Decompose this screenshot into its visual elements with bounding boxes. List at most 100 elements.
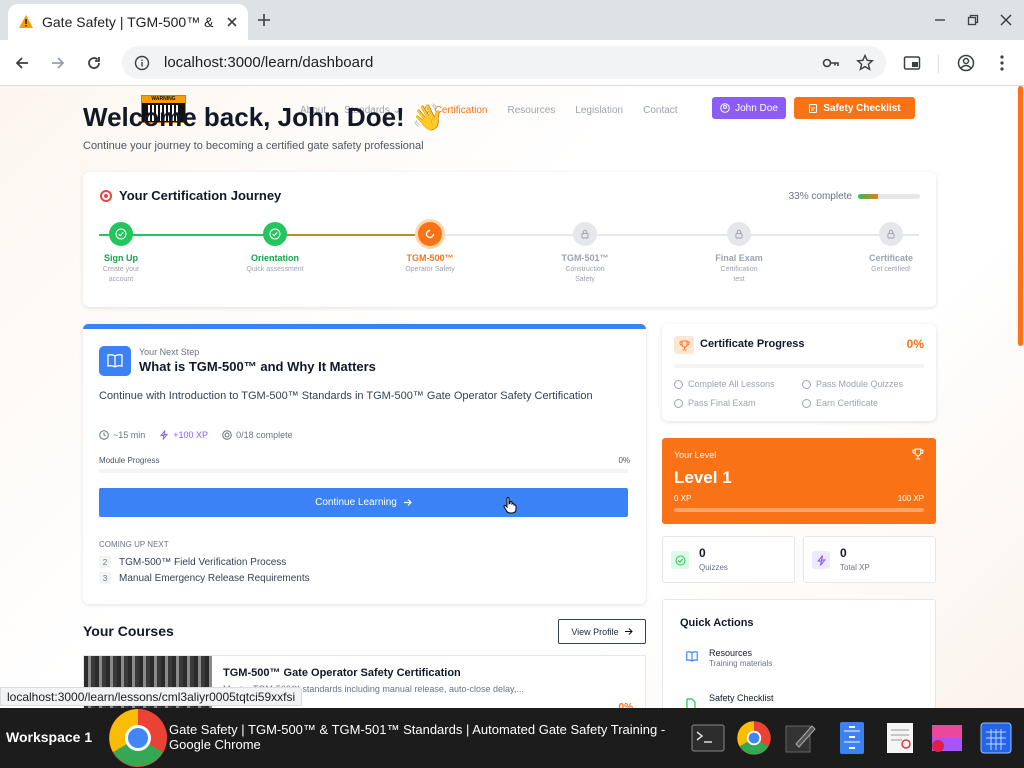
quick-actions-card: Quick Actions Resources Training materia… (662, 599, 936, 708)
site-info-icon[interactable] (134, 55, 150, 71)
bookmark-star-icon[interactable] (856, 53, 874, 72)
journey-step: Orientation Quick assessment (235, 222, 315, 275)
user-button[interactable]: John Doe (712, 97, 786, 119)
book-icon (686, 651, 698, 662)
module-progress-pct: 0% (618, 456, 630, 465)
nav-contact[interactable]: Contact (643, 105, 677, 116)
certificate-progress-title: Certificate Progress (700, 338, 805, 350)
key-icon[interactable] (822, 54, 840, 72)
continue-learning-label: Continue Learning (315, 497, 397, 508)
new-tab-button[interactable] (252, 8, 276, 32)
next-step-card: Your Next Step What is TGM-500™ and Why … (83, 324, 646, 604)
step-circle (879, 222, 903, 246)
requirement-item: Pass Module Quizzes (802, 379, 903, 389)
step-label: Sign Up (104, 253, 138, 263)
target-small-icon (222, 430, 232, 440)
nav-legislation[interactable]: Legislation (575, 105, 623, 116)
chrome-taskbar-icon[interactable] (108, 708, 170, 768)
certificate-progress-card: Certificate Progress 0% Complete All Les… (662, 324, 936, 421)
coming-up-item[interactable]: 2 TGM-500™ Field Verification Process (99, 556, 286, 568)
step-circle (263, 222, 287, 246)
journey-title: Your Certification Journey (99, 188, 281, 203)
user-icon (720, 103, 730, 113)
menu-kebab-icon[interactable] (990, 51, 1014, 75)
page-scrollbar[interactable] (1018, 86, 1024, 708)
browser-tab[interactable]: Gate Safety | TGM-500™ & (8, 4, 248, 40)
step-label: Final Exam (715, 253, 763, 263)
coming-up-item[interactable]: 3 Manual Emergency Release Requirements (99, 572, 310, 584)
forward-button[interactable] (46, 51, 70, 75)
step-circle (727, 222, 751, 246)
coming-up-number: 3 (99, 572, 111, 584)
close-tab-icon[interactable] (226, 16, 238, 28)
quick-action-safety-checklist[interactable]: Safety Checklist (680, 688, 920, 708)
complete-meta: 0/18 complete (222, 430, 293, 440)
step-label: Orientation (250, 253, 299, 263)
page-title: Welcome back, John Doe! 👋 (83, 102, 445, 132)
back-button[interactable] (10, 51, 34, 75)
nav-resources[interactable]: Resources (507, 105, 555, 116)
image-viewer-icon[interactable] (928, 720, 964, 756)
journey-track (99, 234, 919, 236)
course-title: TGM-500™ Gate Operator Safety Certificat… (223, 667, 461, 679)
certificate-progress-pct: 0% (906, 337, 924, 351)
status-bar-url: localhost:3000/learn/lessons/cml3aliyr00… (0, 687, 303, 706)
total-xp-value: 0 (840, 546, 847, 560)
maximize-button[interactable] (961, 8, 985, 32)
browser-toolbar: localhost:3000/learn/dashboard (0, 40, 1024, 86)
file-cabinet-icon[interactable] (834, 720, 870, 756)
quick-action-subtitle: Training materials (709, 659, 773, 668)
profile-icon[interactable] (954, 51, 978, 75)
url-text: localhost:3000/learn/dashboard (164, 54, 374, 71)
chrome-launcher-icon[interactable] (736, 720, 772, 756)
step-description: Quick assessment (246, 266, 304, 273)
minimize-button[interactable] (928, 8, 952, 32)
step-label: TGM-500™ (406, 253, 454, 263)
arrow-right-icon (403, 499, 412, 506)
text-editor-icon[interactable] (782, 720, 818, 756)
document-viewer-icon[interactable] (882, 720, 918, 756)
terminal-icon[interactable] (690, 720, 726, 756)
quick-action-resources[interactable]: Resources Training materials (680, 640, 920, 674)
workspace-label[interactable]: Workspace 1 (6, 729, 92, 745)
arrow-right-icon (624, 628, 633, 635)
document-icon (686, 698, 696, 708)
tab-title: Gate Safety | TGM-500™ & (42, 14, 214, 30)
safety-checklist-label: Safety Checklist (823, 102, 901, 114)
requirement-item: Pass Final Exam (674, 398, 756, 408)
view-profile-button[interactable]: View Profile (558, 619, 646, 644)
certification-journey-card: Your Certification Journey 33% complete … (83, 172, 936, 307)
scrollbar-thumb[interactable] (1018, 86, 1023, 346)
quizzes-label: Quizzes (699, 563, 728, 572)
calculator-icon[interactable] (978, 720, 1014, 756)
clock-icon (99, 430, 109, 440)
journey-step: Sign Up Create your account (81, 222, 161, 285)
journey-step: TGM-500™ Operator Safety (390, 222, 470, 275)
circle-icon (802, 379, 811, 389)
requirement-item: Complete All Lessons (674, 379, 775, 389)
requirement-label: Pass Module Quizzes (816, 379, 904, 389)
journey-progress-bar (858, 194, 920, 199)
certificate-progress-bar (674, 364, 924, 368)
active-window-title[interactable]: Gate Safety | TGM-500™ & TGM-501™ Standa… (169, 722, 684, 752)
step-description: Construction Safety (565, 266, 605, 283)
coming-up-title: Manual Emergency Release Requirements (119, 572, 310, 584)
reload-button[interactable] (82, 51, 106, 75)
quick-action-title: Safety Checklist (709, 693, 774, 703)
toolbar-divider (938, 55, 939, 73)
cast-icon[interactable] (900, 51, 924, 75)
step-circle (573, 222, 597, 246)
lesson-meta: ~15 min +100 XP 0/18 complete (99, 430, 293, 440)
circle-icon (674, 379, 683, 389)
clipboard-icon (809, 103, 818, 113)
quick-actions-title: Quick Actions (680, 617, 754, 629)
lightning-icon (812, 551, 830, 569)
safety-checklist-button[interactable]: Safety Checklist (794, 97, 915, 119)
address-bar[interactable]: localhost:3000/learn/dashboard (122, 46, 886, 79)
next-step-description: Continue with Introduction to TGM-500™ S… (99, 390, 593, 402)
continue-learning-button[interactable]: Continue Learning (99, 488, 628, 517)
requirement-label: Earn Certificate (816, 398, 879, 408)
close-window-button[interactable] (994, 8, 1018, 32)
loading-icon (425, 229, 435, 239)
journey-step: Final Exam Certification test (699, 222, 779, 285)
